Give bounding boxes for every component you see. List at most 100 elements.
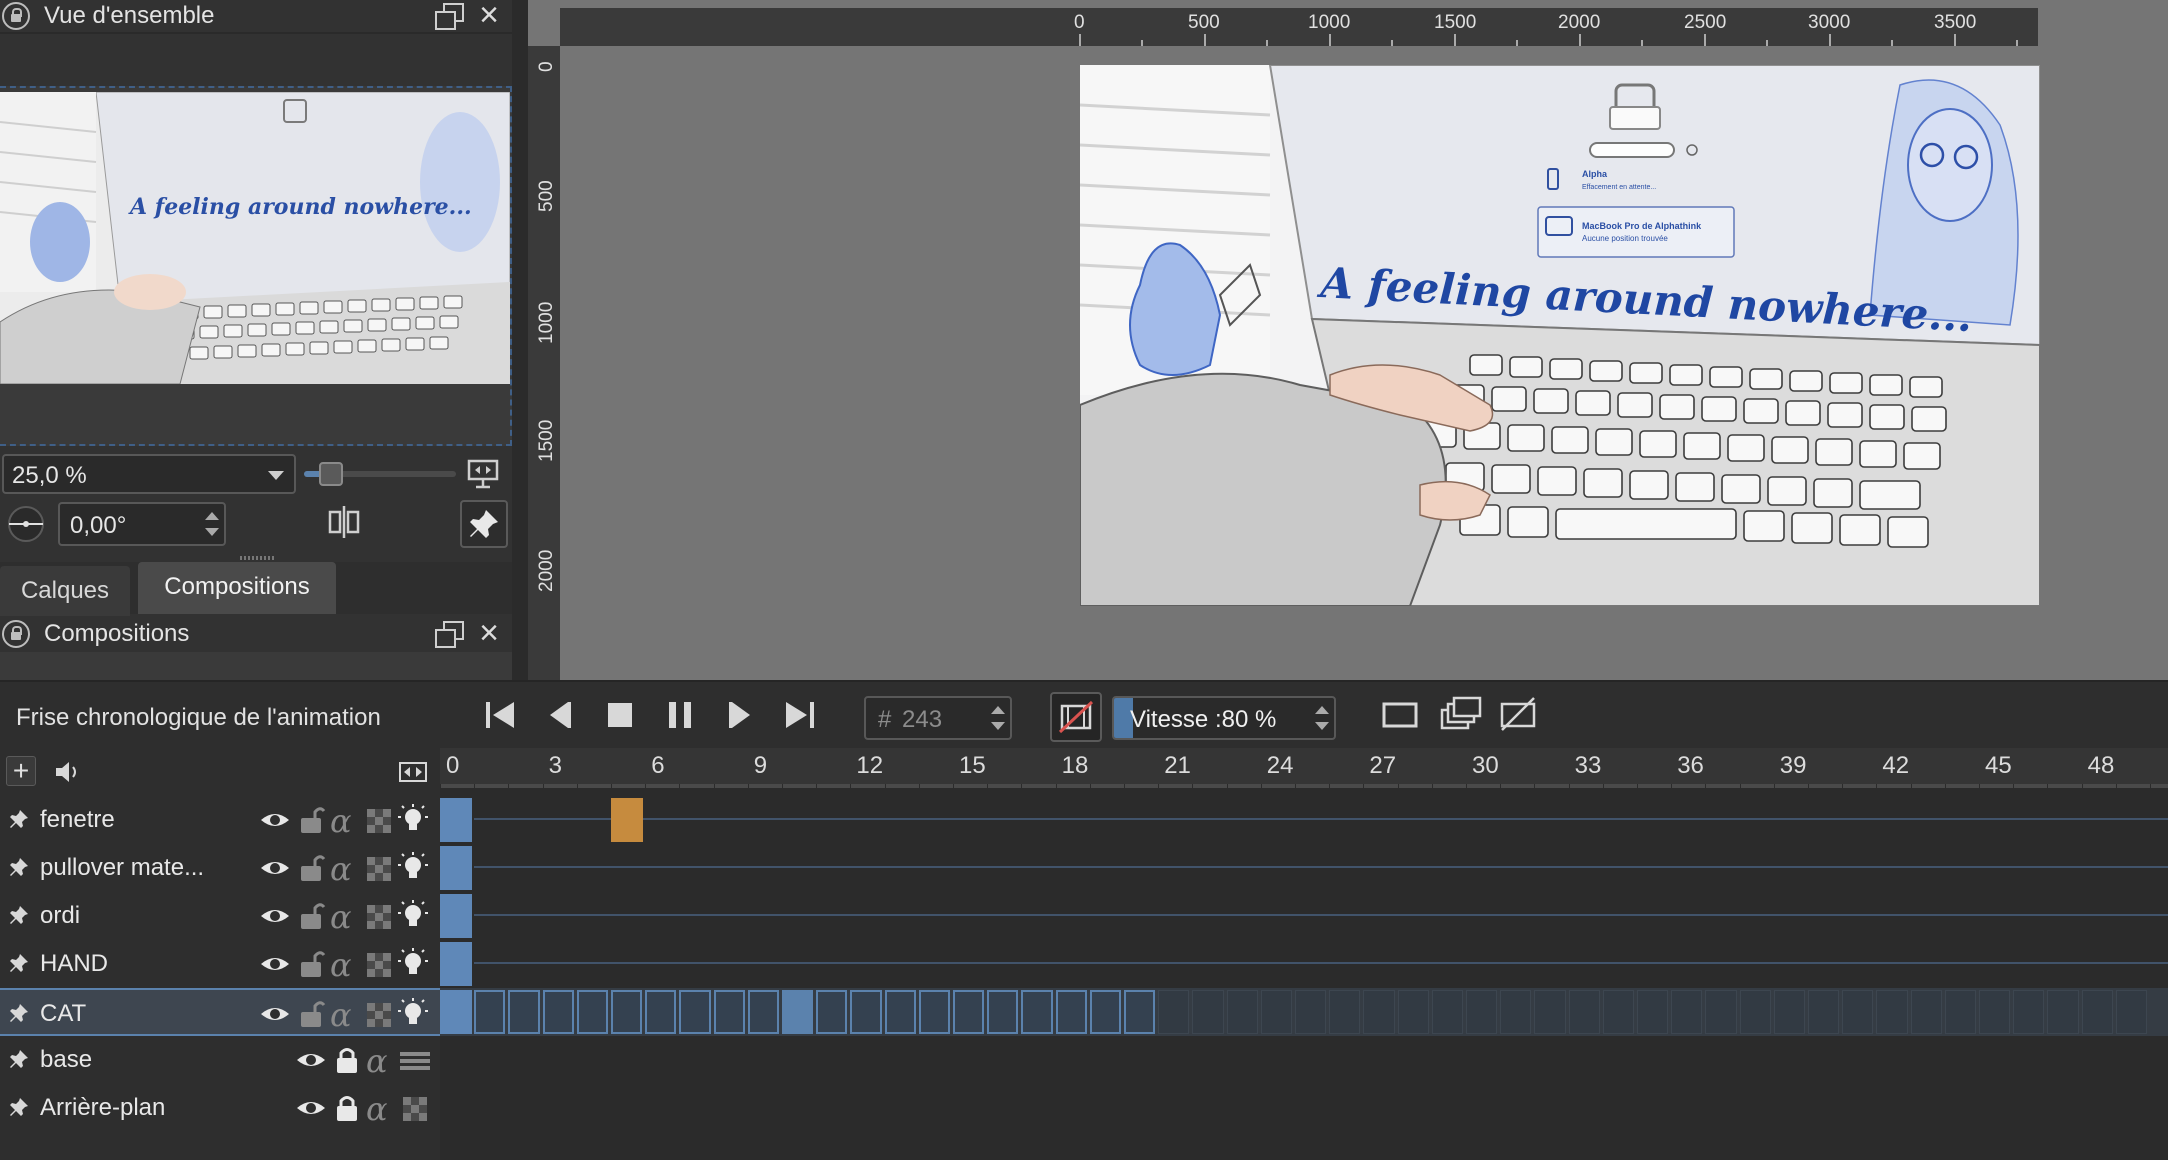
- pin-icon[interactable]: [8, 1048, 30, 1070]
- onion-bulb-icon[interactable]: [398, 852, 428, 884]
- frame-cell[interactable]: [1808, 990, 1840, 1034]
- previous-frame-icon[interactable]: [538, 692, 582, 738]
- mirror-view-icon[interactable]: [326, 504, 362, 540]
- onion-skin-multi-icon[interactable]: [1438, 692, 1482, 738]
- frame-cell[interactable]: [645, 990, 677, 1034]
- keyframe[interactable]: [611, 798, 644, 842]
- lock-icon[interactable]: [332, 1092, 362, 1124]
- inherit-alpha-icon[interactable]: [364, 948, 394, 980]
- frame-cell[interactable]: [1329, 990, 1361, 1034]
- unlock-icon[interactable]: [296, 900, 326, 932]
- frame-lane[interactable]: [440, 844, 2168, 892]
- inherit-alpha-icon[interactable]: [364, 998, 394, 1030]
- alpha-lock-icon[interactable]: α: [330, 996, 352, 1034]
- frame-cell[interactable]: [1602, 990, 1634, 1034]
- frame-cell[interactable]: [987, 990, 1019, 1034]
- frame-cell[interactable]: [782, 990, 814, 1034]
- frame-cell[interactable]: [850, 990, 882, 1034]
- inherit-alpha-icon[interactable]: [364, 804, 394, 836]
- frame-cell[interactable]: [884, 990, 916, 1034]
- layer-row[interactable]: ordi α: [0, 892, 440, 940]
- eye-icon[interactable]: [294, 1092, 328, 1124]
- rotation-spinbox[interactable]: 0,00°: [58, 502, 226, 546]
- close-icon[interactable]: ×: [474, 0, 504, 32]
- playback-speed-slider[interactable]: Vitesse :80 %: [1112, 696, 1336, 740]
- unlock-icon[interactable]: [296, 804, 326, 836]
- frame-cell[interactable]: [747, 990, 779, 1034]
- frame-cell[interactable]: [2013, 990, 2045, 1034]
- tab-compositions[interactable]: Compositions: [138, 562, 336, 614]
- spin-arrows-icon[interactable]: [989, 702, 1007, 736]
- frame-cell[interactable]: [1739, 990, 1771, 1034]
- fit-to-view-icon[interactable]: [466, 458, 500, 490]
- alpha-lock-icon[interactable]: α: [366, 1042, 388, 1080]
- close-icon[interactable]: ×: [474, 616, 504, 650]
- frame-cell[interactable]: [2047, 990, 2079, 1034]
- onion-bulb-icon[interactable]: [398, 900, 428, 932]
- zoom-slider-handle[interactable]: [319, 462, 344, 486]
- keyframe[interactable]: [440, 894, 473, 938]
- float-docker-icon[interactable]: [434, 2, 464, 30]
- frame-cell[interactable]: [1192, 990, 1224, 1034]
- skip-to-start-icon[interactable]: [478, 692, 522, 738]
- spin-arrows-icon[interactable]: [203, 508, 221, 542]
- skip-to-end-icon[interactable]: [778, 692, 822, 738]
- frame-cell[interactable]: [1842, 990, 1874, 1034]
- alpha-lock-icon[interactable]: α: [330, 898, 352, 936]
- zoom-timeline-icon[interactable]: [398, 760, 428, 784]
- layer-row[interactable]: fenetre α: [0, 796, 440, 844]
- tab-calques[interactable]: Calques: [0, 566, 130, 616]
- frame-cell[interactable]: [953, 990, 985, 1034]
- unlock-icon[interactable]: [296, 998, 326, 1030]
- frame-cell[interactable]: [508, 990, 540, 1034]
- inherit-alpha-icon[interactable]: [364, 852, 394, 884]
- frame-cell[interactable]: [816, 990, 848, 1034]
- alpha-lock-icon[interactable]: α: [366, 1090, 388, 1128]
- pin-icon[interactable]: [8, 904, 30, 926]
- onion-bulb-icon[interactable]: [398, 948, 428, 980]
- frame-cell[interactable]: [1979, 990, 2011, 1034]
- frame-cell[interactable]: [1397, 990, 1429, 1034]
- current-frame-spinbox[interactable]: # 243: [864, 696, 1012, 740]
- keyframe[interactable]: [440, 798, 473, 842]
- pause-icon[interactable]: [658, 692, 702, 738]
- grid-layer-icon[interactable]: [398, 1044, 432, 1076]
- eye-icon[interactable]: [258, 948, 292, 980]
- zoom-combo[interactable]: 25,0 %: [2, 454, 296, 494]
- frame-cell[interactable]: [474, 990, 506, 1034]
- frame-lane[interactable]: [440, 1084, 2168, 1132]
- alpha-lock-icon[interactable]: α: [330, 946, 352, 984]
- layer-row[interactable]: CAT α: [0, 988, 440, 1036]
- next-frame-icon[interactable]: [718, 692, 762, 738]
- eye-icon[interactable]: [258, 998, 292, 1030]
- frame-cell[interactable]: [1671, 990, 1703, 1034]
- alpha-lock-icon[interactable]: α: [330, 850, 352, 888]
- no-onion-skin-icon[interactable]: [1496, 692, 1540, 738]
- pin-icon[interactable]: [8, 952, 30, 974]
- frame-cell[interactable]: [679, 990, 711, 1034]
- spin-arrows-icon[interactable]: [1313, 702, 1331, 736]
- drop-frames-toggle[interactable]: [1050, 692, 1102, 742]
- onion-bulb-icon[interactable]: [398, 804, 428, 836]
- pin-icon[interactable]: [8, 856, 30, 878]
- frame-lane[interactable]: [440, 892, 2168, 940]
- frame-cell[interactable]: [1705, 990, 1737, 1034]
- eye-icon[interactable]: [258, 852, 292, 884]
- frame-cell[interactable]: [713, 990, 745, 1034]
- keyframe[interactable]: [440, 990, 473, 1034]
- rotation-dial-icon[interactable]: [2, 504, 50, 544]
- frame-cell[interactable]: [1055, 990, 1087, 1034]
- frame-cell[interactable]: [1910, 990, 1942, 1034]
- inherit-alpha-icon[interactable]: [364, 900, 394, 932]
- stop-icon[interactable]: [598, 692, 642, 738]
- frame-cell[interactable]: [1089, 990, 1121, 1034]
- lock-icon[interactable]: [332, 1044, 362, 1076]
- pin-view-button[interactable]: [460, 500, 508, 548]
- frame-cell[interactable]: [1021, 990, 1053, 1034]
- frame-cell[interactable]: [1773, 990, 1805, 1034]
- frame-cell[interactable]: [1158, 990, 1190, 1034]
- frame-cell[interactable]: [1944, 990, 1976, 1034]
- unlock-icon[interactable]: [296, 948, 326, 980]
- onion-bulb-icon[interactable]: [398, 998, 428, 1030]
- frame-cell[interactable]: [1876, 990, 1908, 1034]
